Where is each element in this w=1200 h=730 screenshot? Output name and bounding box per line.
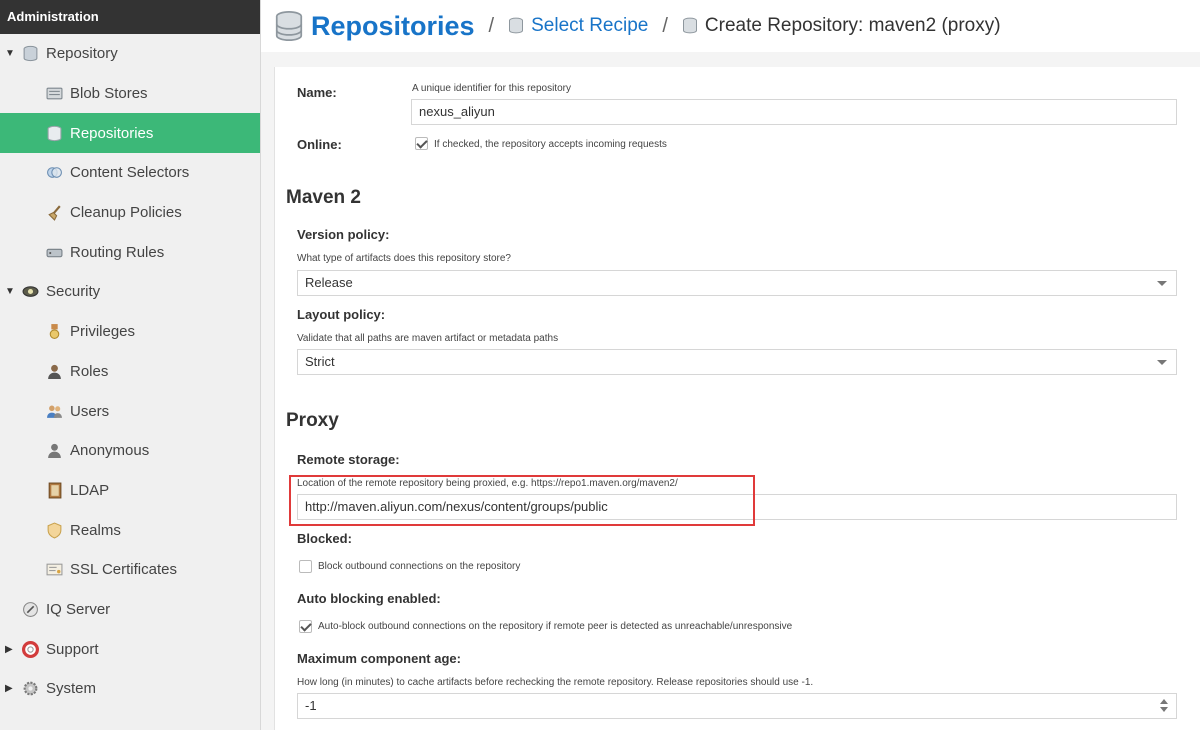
expand-toggle[interactable]: ▶ bbox=[5, 644, 21, 655]
remote-storage-label: Remote storage: bbox=[297, 452, 400, 467]
auto-blocking-checkbox[interactable] bbox=[299, 620, 312, 633]
stepper-arrows-icon[interactable] bbox=[1160, 699, 1168, 712]
page-title[interactable]: Repositories bbox=[311, 11, 475, 42]
sidebar-item-label: Routing Rules bbox=[70, 243, 165, 261]
repository-form: Name: A unique identifier for this repos… bbox=[274, 67, 1200, 730]
name-help: A unique identifier for this repository bbox=[412, 83, 571, 94]
max-age-value: -1 bbox=[305, 698, 317, 713]
sidebar-item-cleanup-policies[interactable]: Cleanup Policies bbox=[0, 193, 260, 233]
expand-toggle[interactable]: ▼ bbox=[5, 48, 21, 59]
sidebar-item-label: Users bbox=[70, 402, 110, 420]
layout-policy-value: Strict bbox=[305, 354, 335, 369]
max-age-stepper[interactable]: -1 bbox=[297, 693, 1177, 719]
sidebar-item-realms[interactable]: Realms bbox=[0, 510, 260, 550]
breadcrumb-select-recipe[interactable]: Select Recipe bbox=[531, 15, 648, 37]
database-icon bbox=[682, 17, 698, 35]
sidebar-item-repositories[interactable]: Repositories bbox=[0, 113, 260, 154]
iq-server-icon bbox=[21, 600, 39, 618]
breadcrumb-separator: / bbox=[488, 14, 495, 37]
sidebar-item-content-selectors[interactable]: Content Selectors bbox=[0, 153, 260, 193]
online-checkbox[interactable] bbox=[415, 137, 428, 150]
address-book-icon bbox=[45, 481, 63, 499]
admin-sidebar: Administration ▼ Repository Blob Stores … bbox=[0, 0, 261, 730]
security-eye-icon bbox=[21, 283, 39, 301]
anonymous-user-icon bbox=[45, 442, 63, 460]
sidebar-item-security[interactable]: ▼ Security bbox=[0, 272, 260, 312]
sidebar-item-label: Support bbox=[46, 640, 99, 658]
blob-store-icon bbox=[45, 85, 63, 103]
chevron-down-icon[interactable] bbox=[1157, 281, 1167, 286]
sidebar-item-label: Content Selectors bbox=[70, 164, 190, 182]
breadcrumb-separator: / bbox=[662, 14, 668, 37]
sidebar-item-label: Privileges bbox=[70, 323, 136, 341]
expand-toggle[interactable]: ▼ bbox=[5, 286, 21, 297]
online-help: If checked, the repository accepts incom… bbox=[434, 139, 667, 150]
sidebar-item-label: Cleanup Policies bbox=[70, 204, 182, 222]
expand-toggle[interactable]: ▶ bbox=[5, 683, 21, 694]
database-icon bbox=[508, 17, 524, 35]
breadcrumb: Repositories / Select Recipe / Create Re… bbox=[261, 0, 1200, 52]
blocked-checkbox[interactable] bbox=[299, 560, 312, 573]
sidebar-item-repository[interactable]: ▼ Repository bbox=[0, 34, 260, 74]
lifebuoy-icon bbox=[21, 640, 39, 658]
name-label: Name: bbox=[297, 85, 337, 100]
sidebar-item-support[interactable]: ▶ Support bbox=[0, 629, 260, 669]
version-policy-help: What type of artifacts does this reposit… bbox=[297, 253, 511, 264]
blocked-label: Blocked: bbox=[297, 531, 352, 546]
role-user-icon bbox=[45, 362, 63, 380]
maven-section-title: Maven 2 bbox=[286, 187, 361, 208]
layout-policy-help: Validate that all paths are maven artifa… bbox=[297, 333, 559, 344]
layout-policy-select[interactable]: Strict bbox=[297, 349, 1177, 375]
sidebar-item-iq-server[interactable]: IQ Server bbox=[0, 590, 260, 630]
max-age-label: Maximum component age: bbox=[297, 651, 461, 666]
sidebar-item-system[interactable]: ▶ System bbox=[0, 669, 260, 709]
sidebar-item-label: IQ Server bbox=[46, 600, 111, 618]
sidebar-item-label: Anonymous bbox=[70, 442, 150, 460]
sidebar-header: Administration bbox=[0, 0, 260, 34]
routing-icon bbox=[45, 243, 63, 261]
sidebar-item-routing-rules[interactable]: Routing Rules bbox=[0, 232, 260, 272]
users-icon bbox=[45, 402, 63, 420]
version-policy-select[interactable]: Release bbox=[297, 270, 1177, 296]
sidebar-item-anonymous[interactable]: Anonymous bbox=[0, 431, 260, 471]
sidebar-item-label: Realms bbox=[70, 521, 121, 539]
sidebar-item-ssl-certificates[interactable]: SSL Certificates bbox=[0, 550, 260, 590]
proxy-section-title: Proxy bbox=[286, 410, 339, 431]
sidebar-item-label: SSL Certificates bbox=[70, 561, 177, 579]
sidebar-item-label: Blob Stores bbox=[70, 85, 148, 103]
sidebar-item-label: Repositories bbox=[70, 124, 154, 142]
broom-icon bbox=[45, 204, 63, 222]
auto-blocking-label: Auto blocking enabled: bbox=[297, 591, 441, 606]
max-age-help: How long (in minutes) to cache artifacts… bbox=[297, 677, 814, 688]
sidebar-item-users[interactable]: Users bbox=[0, 391, 260, 431]
content-selector-icon bbox=[45, 164, 63, 182]
sidebar-item-label: System bbox=[46, 680, 97, 698]
version-policy-value: Release bbox=[305, 275, 353, 290]
sidebar-item-label: Repository bbox=[46, 45, 118, 63]
online-label: Online: bbox=[297, 137, 342, 152]
chevron-down-icon[interactable] bbox=[1157, 360, 1167, 365]
layout-policy-label: Layout policy: bbox=[297, 307, 386, 322]
medal-icon bbox=[45, 323, 63, 341]
database-icon bbox=[275, 10, 303, 42]
highlight-box bbox=[289, 475, 755, 526]
sidebar-item-label: Roles bbox=[70, 362, 109, 380]
certificate-icon bbox=[45, 561, 63, 579]
sidebar-item-roles[interactable]: Roles bbox=[0, 352, 260, 392]
gear-icon bbox=[21, 680, 39, 698]
sidebar-item-blob-stores[interactable]: Blob Stores bbox=[0, 74, 260, 114]
shield-icon bbox=[45, 521, 63, 539]
blocked-help: Block outbound connections on the reposi… bbox=[318, 561, 521, 572]
database-icon bbox=[45, 124, 63, 142]
sidebar-item-label: LDAP bbox=[70, 481, 110, 499]
sidebar-item-label: Security bbox=[46, 283, 101, 301]
auto-blocking-help: Auto-block outbound connections on the r… bbox=[318, 621, 793, 632]
name-field[interactable]: nexus_aliyun bbox=[411, 99, 1177, 125]
version-policy-label: Version policy: bbox=[297, 227, 390, 242]
sidebar-item-privileges[interactable]: Privileges bbox=[0, 312, 260, 352]
sidebar-item-ldap[interactable]: LDAP bbox=[0, 471, 260, 511]
database-icon bbox=[21, 45, 39, 63]
breadcrumb-current: Create Repository: maven2 (proxy) bbox=[704, 15, 1001, 36]
